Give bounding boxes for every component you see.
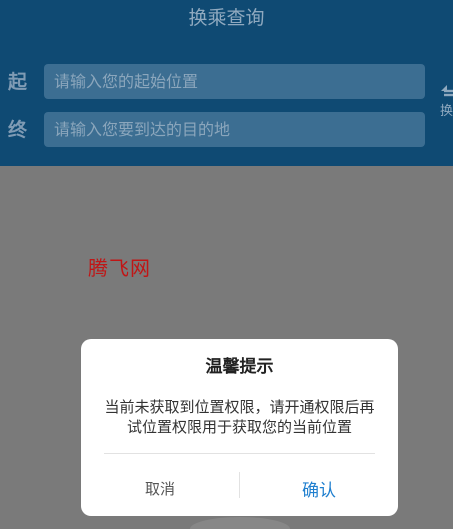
dialog-message: 当前未获取到位置权限，请开通权限后再试位置权限用于获取您的当前位置 bbox=[104, 398, 375, 436]
end-label: 终 bbox=[8, 119, 28, 141]
confirm-button[interactable]: 确认 bbox=[240, 460, 398, 516]
swap-label: 换 bbox=[440, 104, 453, 119]
transfer-query-screen: 换乘查询 起 终 换 腾飞网 温馨提示 当前未获取到位置权限，请开通权限后再试位… bbox=[0, 0, 453, 529]
dialog-divider bbox=[104, 453, 375, 454]
swap-button[interactable]: 换 bbox=[440, 82, 453, 126]
permission-dialog: 温馨提示 当前未获取到位置权限，请开通权限后再试位置权限用于获取您的当前位置 取… bbox=[81, 339, 398, 516]
start-location-input[interactable] bbox=[44, 64, 425, 99]
watermark: 腾飞网 bbox=[88, 256, 151, 280]
header: 换乘查询 起 终 换 bbox=[0, 0, 453, 166]
swap-arrows-icon bbox=[441, 85, 453, 97]
page-title: 换乘查询 bbox=[188, 7, 265, 29]
cancel-button[interactable]: 取消 bbox=[81, 460, 239, 516]
destination-input[interactable] bbox=[44, 112, 425, 147]
dialog-title: 温馨提示 bbox=[205, 357, 274, 377]
bottom-floating-shape bbox=[190, 517, 290, 529]
start-label: 起 bbox=[8, 71, 28, 93]
